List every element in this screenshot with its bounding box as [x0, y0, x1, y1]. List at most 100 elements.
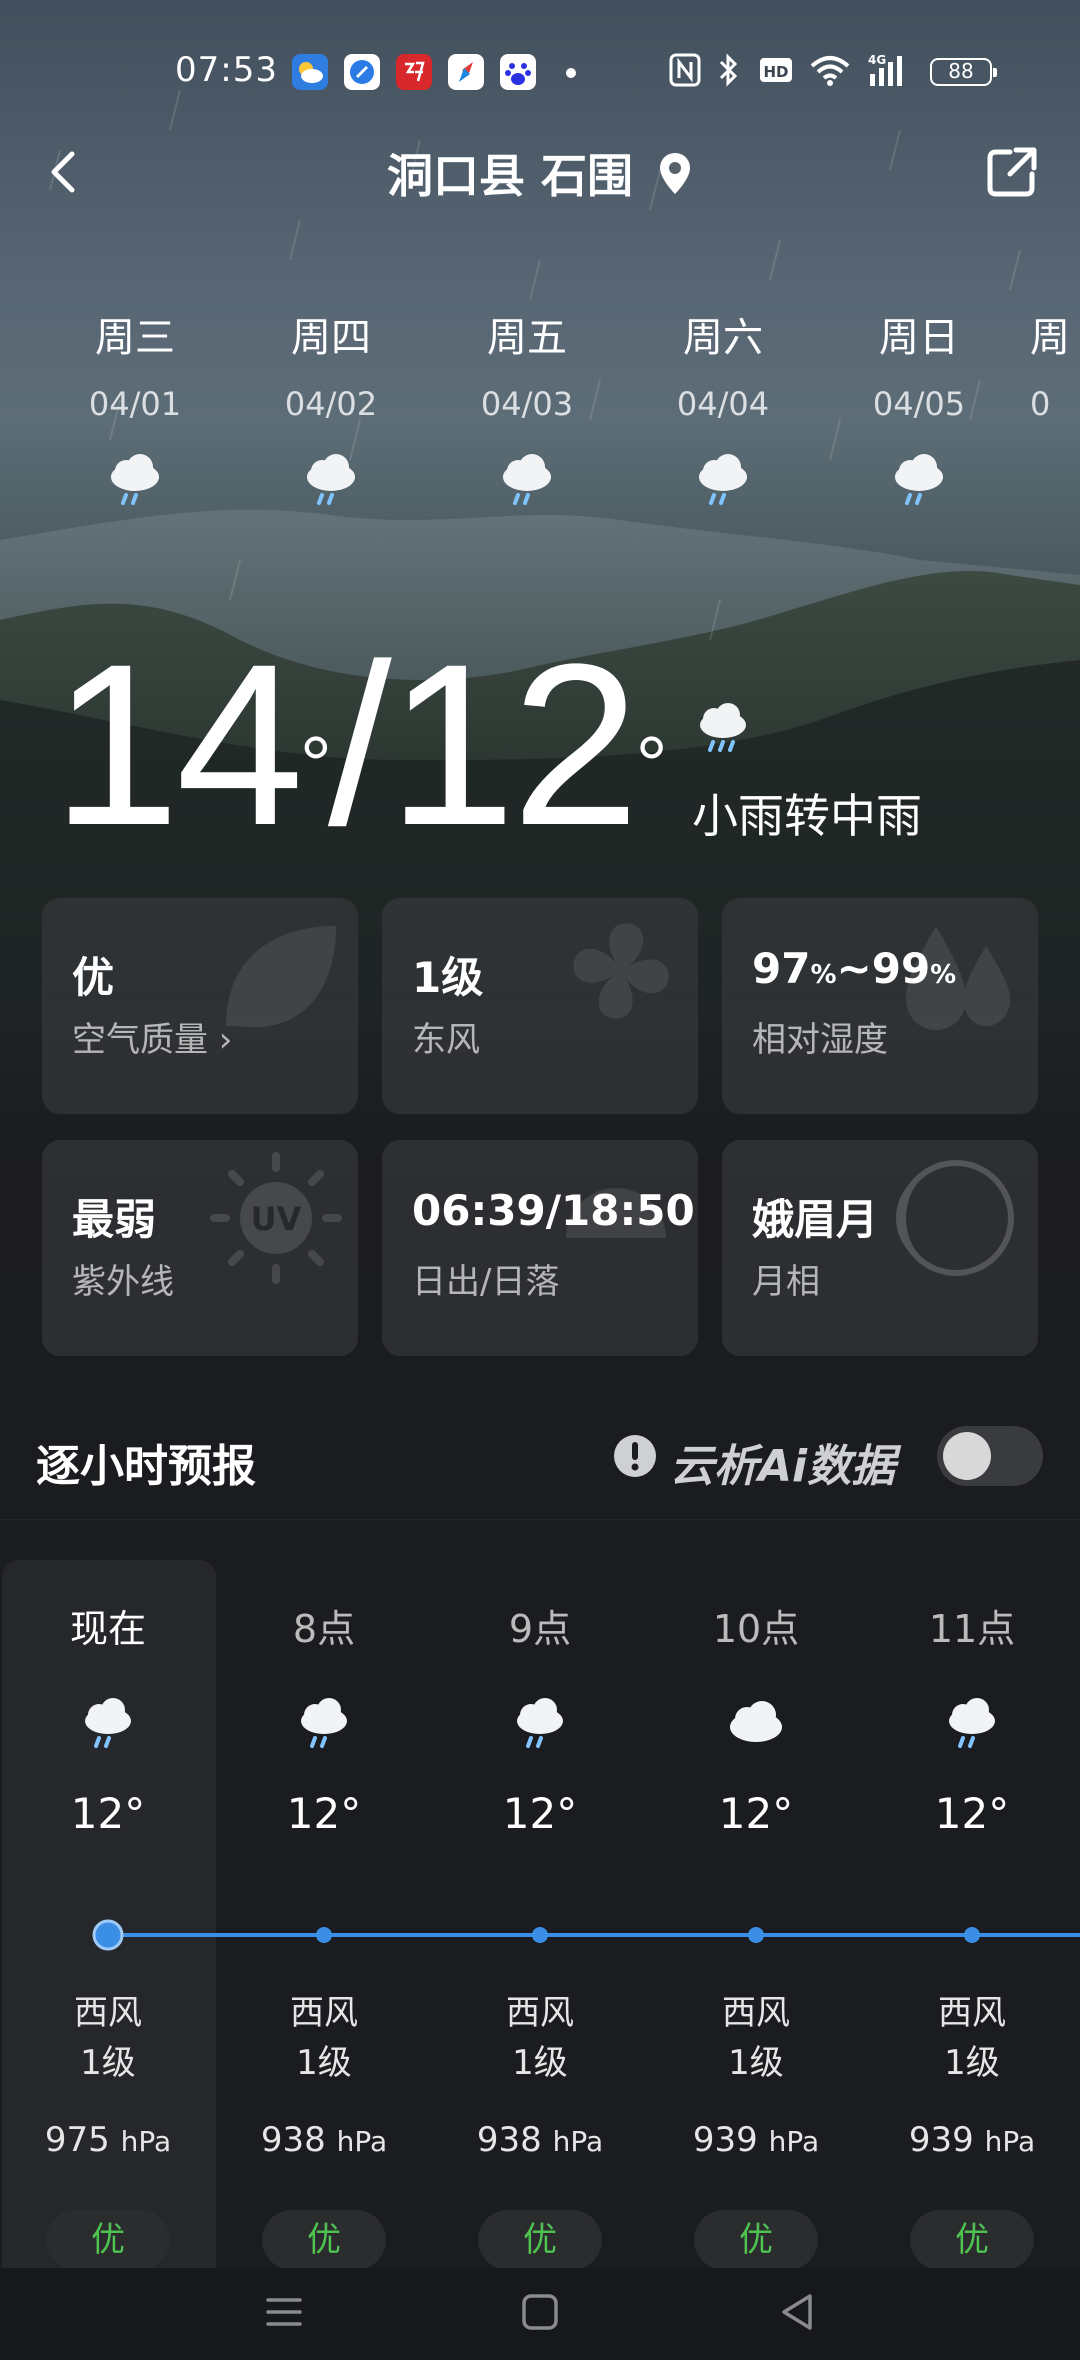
hour-pressure: 938 hPa [260, 2120, 388, 2160]
hour-air-quality-badge: 优 [262, 2210, 386, 2270]
day-date: 0 [1030, 385, 1051, 423]
share-external-icon [987, 147, 1037, 197]
rain-cloud-icon [699, 454, 747, 505]
info-icon[interactable] [612, 1426, 658, 1486]
degree-symbol: ° [635, 720, 668, 809]
hd-icon: HD [758, 52, 794, 95]
humidity-label: 相对湿度 [752, 1020, 888, 1060]
location-pin-icon [657, 151, 693, 208]
rain-cloud-icon [85, 1698, 131, 1748]
hour-air-quality-badge: 优 [910, 2210, 1034, 2270]
hour-air-quality-badge: 优 [46, 2210, 170, 2270]
day-date: 04/01 [88, 385, 182, 423]
day-item[interactable]: 周五 04/03 [442, 305, 612, 509]
wind-direction: 东风 [412, 1020, 480, 1060]
uv-sun-icon: UV [210, 1152, 342, 1284]
rain-cloud-icon [301, 1698, 347, 1748]
more-notifications-dot [566, 68, 576, 78]
day-name: 周三 [95, 315, 175, 361]
uv-value: 最弱 [72, 1195, 157, 1244]
hour-pressure: 939 hPa [692, 2120, 820, 2160]
hour-column[interactable]: 8点 12° 西风 1级 938 hPa 优 [216, 1598, 432, 2270]
system-navigation-bar [0, 2268, 1080, 2360]
air-quality-value: 优 [72, 953, 115, 1002]
day-date: 04/04 [676, 385, 770, 423]
hour-column[interactable]: 现在 12° 西风 1级 975 hPa 优 [0, 1598, 216, 2270]
ai-data-label: 云析Ai数据 [670, 1441, 896, 1492]
wind-card[interactable]: 1级 东风 [382, 898, 698, 1114]
cellular-signal-icon: 4G [866, 52, 914, 95]
hour-wind: 西风 1级 [290, 1993, 358, 2083]
current-temperature: 14°/12° [52, 630, 668, 860]
hour-air-quality-badge: 优 [694, 2210, 818, 2270]
day-date: 04/05 [872, 385, 966, 423]
baidu-notification-icon [500, 54, 536, 90]
hour-column[interactable]: 9点 12° 西风 1级 938 hPa 优 [432, 1598, 648, 2270]
temp-separator: / [327, 616, 392, 873]
day-name: 周五 [487, 315, 567, 361]
moon-icon [896, 1160, 1014, 1276]
hour-temp: 12° [286, 1789, 362, 1838]
humidity-card[interactable]: 97%~99% 相对湿度 [722, 898, 1038, 1114]
svg-text:4G: 4G [868, 53, 886, 67]
hour-wind: 西风 1级 [938, 1993, 1006, 2083]
hour-label: 8点 [292, 1607, 356, 1651]
hour-wind: 西风 1级 [722, 1993, 790, 2083]
moon-phase-card[interactable]: 娥眉月 月相 [722, 1140, 1038, 1356]
svg-text:UV: UV [251, 1200, 302, 1238]
share-button[interactable] [982, 142, 1042, 202]
trend-point [316, 1927, 332, 1943]
nfc-icon [668, 52, 702, 95]
trend-point-current [92, 1919, 124, 1951]
day-date: 04/02 [284, 385, 378, 423]
day-item[interactable]: 周 0 [1030, 305, 1080, 423]
hour-label: 10点 [712, 1607, 800, 1651]
hour-label: 11点 [928, 1607, 1016, 1651]
uv-label: 紫外线 [72, 1262, 174, 1302]
rain-cloud-icon [895, 454, 943, 505]
hour-column[interactable]: 10点 12° 西风 1级 939 hPa 优 [648, 1598, 864, 2270]
day-name: 周六 [683, 315, 763, 361]
hour-temp: 12° [718, 1789, 794, 1838]
uv-card[interactable]: UV 最弱 紫外线 [42, 1140, 358, 1356]
humidity-value: 97%~99% [752, 944, 957, 993]
day-item[interactable]: 周日 04/05 [834, 305, 1004, 509]
battery-indicator: 88 [930, 58, 997, 86]
day-item[interactable]: 周六 04/04 [638, 305, 808, 509]
rain-cloud-icon [517, 1698, 563, 1748]
rain-cloud-icon [503, 454, 551, 505]
hour-wind: 西风 1级 [506, 1993, 574, 2083]
back-triangle-icon[interactable] [774, 2288, 822, 2336]
weather-condition: 小雨转中雨 [692, 789, 922, 843]
trend-point [964, 1927, 980, 1943]
hour-air-quality-badge: 优 [478, 2210, 602, 2270]
temp-high: 14 [52, 616, 304, 873]
fan-icon [573, 923, 669, 1019]
sunrise-sunset-label: 日出/日落 [412, 1262, 560, 1302]
wifi-icon [808, 52, 852, 95]
sunrise-sunset-value: 06:39/18:50 [412, 1186, 695, 1235]
hour-temp: 12° [70, 1789, 146, 1838]
menu-icon[interactable] [260, 2288, 308, 2336]
trend-point [532, 1927, 548, 1943]
compass-app-notification-icon [448, 54, 484, 90]
location-name: 洞口县 石围 [386, 149, 633, 203]
degree-symbol: ° [299, 720, 332, 809]
sunrise-sunset-card[interactable]: 06:39/18:50 日出/日落 [382, 1140, 698, 1356]
air-quality-card[interactable]: 优 空气质量 › [42, 898, 358, 1114]
location-title[interactable]: 洞口县 石围 [0, 140, 1080, 208]
daily-forecast-strip[interactable]: 周三 04/01 周四 04/02 周五 04/03 周六 04/04 周日 0… [0, 305, 1080, 545]
day-item[interactable]: 周四 04/02 [246, 305, 416, 509]
home-icon[interactable] [516, 2288, 564, 2336]
status-bar: 07:53 HD 4G 88 [0, 48, 1080, 96]
hour-pressure: 975 hPa [44, 2120, 172, 2160]
svg-text:HD: HD [763, 63, 788, 81]
ai-data-toggle[interactable] [937, 1426, 1043, 1486]
hour-column[interactable]: 11点 12° 西风 1级 939 hPa 优 [864, 1598, 1080, 2270]
rain-cloud-icon [111, 454, 159, 505]
moon-phase-label: 月相 [752, 1262, 820, 1302]
rain-cloud-icon [307, 454, 355, 505]
bluetooth-icon [716, 52, 742, 95]
hourly-forecast-title: 逐小时预报 [36, 1441, 256, 1492]
day-item[interactable]: 周三 04/01 [50, 305, 220, 509]
